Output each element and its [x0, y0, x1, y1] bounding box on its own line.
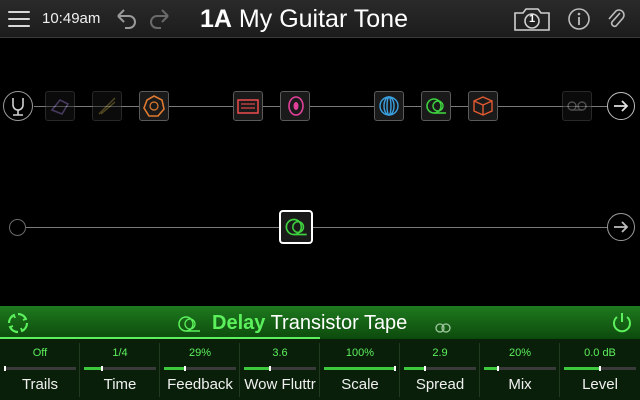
param-value: 2.9 — [432, 347, 448, 359]
amp-block[interactable] — [233, 91, 263, 121]
param-label: Time — [103, 376, 137, 393]
param-value: Off — [32, 347, 48, 359]
param-trails[interactable]: Off Trails — [0, 339, 80, 400]
param-label: Level — [582, 376, 618, 393]
preset-title[interactable]: 1A My Guitar Tone — [200, 4, 450, 34]
param-value: 0.0 dB — [584, 347, 616, 359]
path-2-line — [26, 227, 608, 228]
param-slider[interactable] — [484, 366, 556, 371]
param-slider[interactable] — [4, 366, 76, 371]
delay-icon — [285, 218, 307, 236]
param-time[interactable]: 1/4 Time — [80, 339, 160, 400]
paperclip-icon[interactable] — [604, 6, 628, 32]
param-label: Spread — [415, 376, 465, 393]
param-slider[interactable] — [84, 366, 156, 371]
param-value: 100% — [345, 347, 375, 359]
reverb-block[interactable] — [374, 91, 404, 121]
param-label: Wow Fluttr — [244, 376, 316, 393]
delay-model-icon — [178, 315, 204, 333]
compressor-block[interactable] — [45, 91, 75, 121]
snapshot-number: 1 — [528, 13, 536, 25]
param-label: Feedback — [167, 376, 233, 393]
preset-number: 1A — [200, 5, 232, 33]
model-name[interactable]: Delay Transistor Tape — [212, 310, 407, 336]
snapshot-camera-icon[interactable]: 1 — [513, 6, 551, 32]
param-value: 29% — [188, 347, 212, 359]
param-slider[interactable] — [404, 366, 476, 371]
compressor-icon — [50, 98, 70, 115]
param-slider[interactable] — [564, 366, 636, 371]
param-slider[interactable] — [324, 366, 396, 371]
stereo-icon — [434, 320, 452, 333]
delay-icon — [426, 98, 446, 114]
param-level[interactable]: 0.0 dB Level — [560, 339, 640, 400]
param-wow-flutter[interactable]: 3.6 Wow Fluttr — [240, 339, 320, 400]
param-scale[interactable]: 100% Scale — [320, 339, 400, 400]
model-title: Transistor Tape — [270, 312, 408, 334]
delay-block[interactable] — [421, 91, 451, 121]
preset-name: My Guitar Tone — [238, 5, 408, 33]
param-value: 1/4 — [112, 347, 128, 359]
drive-block[interactable] — [92, 91, 122, 121]
param-label: Trails — [21, 376, 59, 393]
param-mix[interactable]: 20% Mix — [480, 339, 560, 400]
redo-icon[interactable] — [146, 6, 174, 32]
reverb-icon — [379, 96, 399, 116]
path-2-input-icon[interactable] — [9, 219, 26, 236]
cab-block[interactable] — [280, 91, 310, 121]
param-slider[interactable] — [244, 366, 316, 371]
clock: 10:49am — [42, 10, 101, 27]
param-slider[interactable] — [164, 366, 236, 371]
cab-speaker-icon — [288, 96, 304, 116]
power-icon[interactable] — [610, 311, 634, 335]
amp-icon — [237, 99, 259, 114]
delay-block-selected[interactable] — [279, 210, 313, 244]
menu-icon[interactable] — [8, 8, 32, 30]
looper-icon — [567, 101, 587, 111]
drive-icon — [98, 97, 116, 115]
cycle-models-icon[interactable] — [6, 311, 30, 335]
fx-block[interactable] — [468, 91, 498, 121]
undo-icon[interactable] — [112, 6, 140, 32]
path-2-output-arrow-icon[interactable] — [607, 213, 635, 241]
modulation-block[interactable] — [139, 91, 169, 121]
param-label: Scale — [341, 376, 379, 393]
top-bar: 10:49am 1A My Guitar Tone 1 — [0, 0, 640, 38]
model-category: Delay — [212, 312, 266, 334]
param-value: 3.6 — [272, 347, 288, 359]
modulation-icon — [143, 95, 165, 117]
block-edit-header: Delay Transistor Tape — [0, 306, 640, 339]
param-spread[interactable]: 2.9 Spread — [400, 339, 480, 400]
parameter-row: Off Trails 1/4 Time 29% Feedback 3.6 Wow… — [0, 339, 640, 400]
info-icon[interactable] — [566, 6, 592, 32]
param-value: 20% — [508, 347, 532, 359]
cube-icon — [473, 96, 493, 116]
param-feedback[interactable]: 29% Feedback — [160, 339, 240, 400]
looper-block[interactable] — [562, 91, 592, 121]
param-label: Mix — [508, 376, 532, 393]
input-icon[interactable] — [3, 91, 33, 121]
output-arrow-icon[interactable] — [607, 92, 635, 120]
